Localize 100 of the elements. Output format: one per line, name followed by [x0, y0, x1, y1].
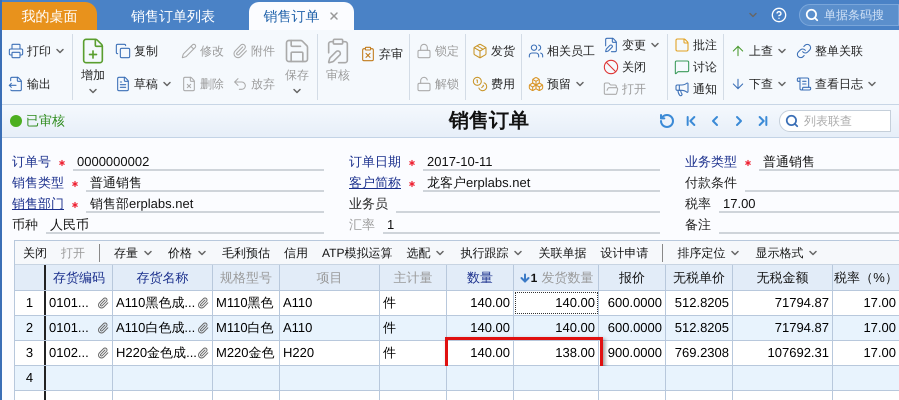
- table-cell: 17.00: [833, 291, 899, 315]
- unlock-icon: [416, 76, 432, 92]
- paperclip-icon: [232, 42, 248, 58]
- document-title: 销售订单: [449, 109, 529, 134]
- toolbar-button[interactable]: 变更: [622, 39, 646, 51]
- paperclip-icon[interactable]: [97, 322, 109, 334]
- column-header[interactable]: 存货编码: [46, 265, 113, 290]
- table-row[interactable]: 1 0101... A110黑色成... M110黑色 A110 件 140.00 140.00 600.0000 512.8205 71794.87 17.00: [15, 291, 899, 316]
- toolbar-button[interactable]: 费用: [491, 78, 515, 90]
- tab[interactable]: 销售订单: [249, 2, 354, 30]
- column-header[interactable]: 无税单价: [666, 265, 733, 290]
- toolbar-button[interactable]: 讨论: [693, 61, 717, 73]
- table-cell: 0101...: [46, 291, 113, 315]
- paperclip-icon[interactable]: [197, 347, 209, 359]
- field[interactable]: 1: [383, 215, 660, 234]
- field-label[interactable]: 客户简称: [349, 172, 401, 192]
- field[interactable]: 17.00: [719, 194, 899, 213]
- delete-document-icon: [181, 76, 197, 92]
- refresh-icon[interactable]: [659, 113, 675, 129]
- link-icon: [796, 42, 812, 58]
- search-icon: [805, 8, 819, 22]
- table-cell: 600.0000: [599, 316, 666, 340]
- column-header[interactable]: 存货名称: [113, 265, 213, 290]
- grid-toolbar-button[interactable]: 信用: [284, 244, 308, 262]
- close-icon[interactable]: [328, 10, 340, 22]
- field-label: 备注: [685, 216, 711, 234]
- paperclip-icon[interactable]: [197, 322, 209, 334]
- field[interactable]: 销售部erplabs.net: [86, 194, 324, 213]
- people-icon: [528, 42, 544, 58]
- search-icon: [785, 114, 799, 128]
- grid-toolbar-button[interactable]: 毛利预估: [222, 244, 270, 262]
- tab[interactable]: 销售订单列表: [113, 2, 233, 30]
- table-cell: A110: [280, 291, 380, 315]
- help-icon[interactable]: [771, 7, 787, 23]
- grid-toolbar-button[interactable]: 关闭: [23, 244, 47, 262]
- table-cell: A110白色成...: [113, 316, 213, 340]
- table-cell: H220: [280, 341, 380, 365]
- grid-toolbar-button[interactable]: 执行跟踪: [460, 244, 508, 262]
- grid-toolbar-button[interactable]: 关联单据: [538, 244, 586, 262]
- clipboard-icon: [360, 46, 376, 62]
- field-label[interactable]: 销售部门: [12, 194, 64, 213]
- grid-toolbar-button[interactable]: 排序定位: [677, 244, 726, 262]
- toolbar-button[interactable]: 增加: [81, 69, 105, 81]
- toolbar-button[interactable]: 复制: [134, 44, 158, 56]
- table-cell: 900.0000: [599, 341, 666, 365]
- field[interactable]: 普通销售: [86, 173, 324, 192]
- field-label: 税率: [685, 194, 711, 212]
- toolbar-button[interactable]: 预留: [547, 78, 571, 90]
- toolbar-button[interactable]: 相关员工: [547, 44, 595, 56]
- toolbar-button[interactable]: 弃审: [379, 48, 403, 60]
- note-icon: [674, 37, 690, 53]
- toolbar-button[interactable]: 发货: [491, 44, 515, 56]
- boxes-icon: [528, 76, 544, 92]
- paperclip-icon[interactable]: [97, 347, 109, 359]
- table-cell: 件: [380, 291, 447, 315]
- grid-toolbar-button[interactable]: 设计申请: [600, 244, 648, 262]
- toolbar-button[interactable]: 下查: [749, 78, 773, 90]
- grid-toolbar-button[interactable]: 存量: [114, 244, 138, 262]
- field-label: 业务员: [349, 194, 388, 212]
- table-cell: 17.00: [833, 341, 899, 365]
- toolbar-button[interactable]: 打印: [27, 44, 51, 56]
- field[interactable]: 0000000002: [73, 152, 324, 171]
- log-icon: [796, 76, 812, 92]
- column-header[interactable]: 税率（%）: [833, 265, 899, 290]
- grid-toolbar-button[interactable]: 价格: [168, 244, 192, 262]
- column-header[interactable]: 报价: [599, 265, 666, 290]
- table-cell: 件: [380, 316, 447, 340]
- table-cell: 600.0000: [599, 291, 666, 315]
- toolbar-button[interactable]: 关闭: [622, 61, 646, 73]
- paperclip-icon[interactable]: [197, 297, 209, 309]
- toolbar-button[interactable]: 查看日志: [815, 78, 863, 90]
- field[interactable]: 普通销售: [759, 152, 899, 171]
- sort-order: 1: [530, 272, 538, 284]
- column-header[interactable]: 1 发货数量: [514, 265, 599, 290]
- paperclip-icon[interactable]: [97, 297, 109, 309]
- toolbar-button[interactable]: 上查: [749, 44, 773, 56]
- field[interactable]: 2017-10-11: [423, 152, 660, 171]
- toolbar-button[interactable]: 批注: [693, 39, 717, 51]
- toolbar-button[interactable]: 整单关联: [815, 44, 863, 56]
- grid-toolbar-button[interactable]: 选配: [406, 244, 430, 262]
- table-cell: 140.00: [447, 341, 514, 365]
- document-edit-icon: [603, 37, 619, 53]
- search-field[interactable]: 单据条码搜: [799, 4, 899, 26]
- field[interactable]: 人民币: [46, 215, 324, 234]
- grid-toolbar-button[interactable]: 显示格式: [755, 244, 804, 262]
- status-text: 已审核: [26, 112, 66, 130]
- toolbar-button[interactable]: 草稿: [134, 78, 158, 90]
- table-cell: A110黑色成...: [113, 291, 213, 315]
- table-row[interactable]: 2 0101... A110白色成... M110白色 A110 件 140.00 140.00 600.0000 512.8205 71794.87 17.00: [15, 316, 899, 341]
- field[interactable]: 龙客户erplabs.net: [423, 173, 660, 192]
- grid-toolbar-button[interactable]: ATP模拟运算: [322, 244, 392, 262]
- column-header[interactable]: 无税金额: [733, 265, 833, 290]
- table-cell: 140.00: [514, 291, 599, 315]
- search-field[interactable]: 列表联查: [779, 110, 891, 132]
- toolbar-button[interactable]: 通知: [693, 83, 717, 95]
- table-cell: 件: [380, 341, 447, 365]
- table-cell: M110白色: [213, 316, 280, 340]
- column-header[interactable]: 数量: [447, 265, 514, 290]
- table-row[interactable]: 4: [15, 366, 899, 391]
- toolbar-button[interactable]: 输出: [27, 78, 51, 90]
